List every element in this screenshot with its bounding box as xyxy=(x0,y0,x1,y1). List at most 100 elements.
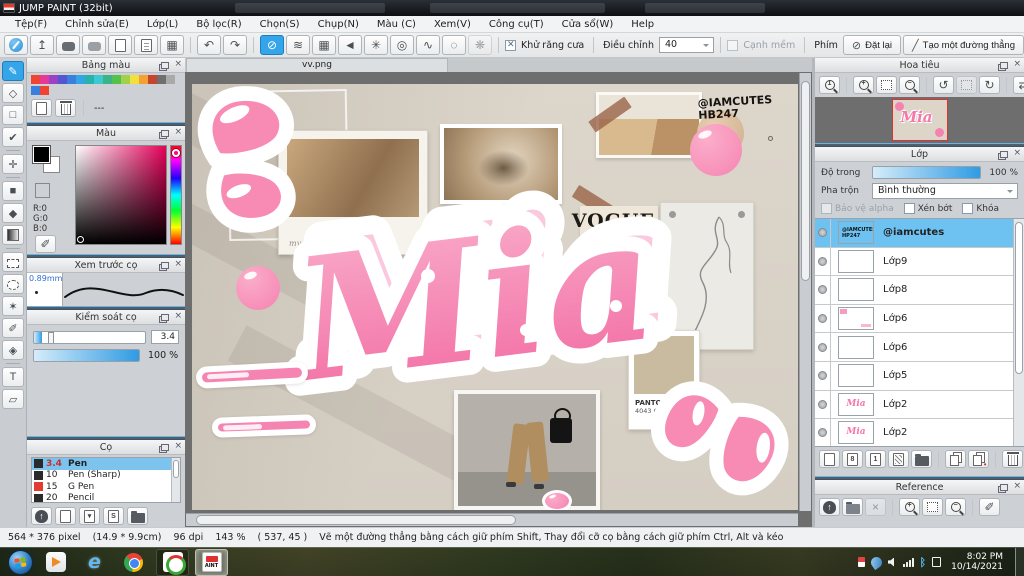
taskbar-chrome[interactable] xyxy=(117,549,150,576)
snap-off-button[interactable]: ⊘ xyxy=(260,35,284,55)
empty-swatch[interactable] xyxy=(67,86,76,95)
new-halftone-layer-button[interactable] xyxy=(888,450,909,468)
rotate-left-button[interactable]: ↺ xyxy=(933,76,954,94)
tool-select-lasso-button[interactable] xyxy=(2,274,24,294)
taskbar-clock[interactable]: 8:02 PM 10/14/2021 xyxy=(951,552,1003,573)
tool-select-pen-button[interactable]: ✐ xyxy=(2,318,24,338)
brush-row[interactable]: 15 G Pen xyxy=(32,481,180,493)
menu-item[interactable]: Bộ lọc(R) xyxy=(187,16,250,33)
brush-folder-button[interactable] xyxy=(127,507,148,525)
ref-zoom-fit-button[interactable] xyxy=(922,498,943,516)
close-icon[interactable]: × xyxy=(1013,149,1021,158)
duplicate-layer-button[interactable] xyxy=(945,450,966,468)
export-button[interactable]: ↥ xyxy=(30,35,54,55)
tool-fill-rect-button[interactable]: ■ xyxy=(2,181,24,201)
tool-bucket-button[interactable]: ◆ xyxy=(2,203,24,223)
document-list-button[interactable] xyxy=(134,35,158,55)
tool-select-rect-button[interactable] xyxy=(2,252,24,272)
document-button[interactable] xyxy=(108,35,132,55)
empty-swatch[interactable] xyxy=(139,86,148,95)
empty-swatch[interactable] xyxy=(148,86,157,95)
color-swatch[interactable] xyxy=(139,75,148,84)
brush-row[interactable]: 20 Pencil xyxy=(32,493,180,502)
layer-row[interactable]: Lớp6 xyxy=(815,333,1024,362)
layer-visibility-toggle[interactable] xyxy=(815,419,831,446)
popout-icon[interactable] xyxy=(161,261,170,269)
menu-item[interactable]: Xem(V) xyxy=(425,16,480,33)
color-swatch[interactable] xyxy=(67,75,76,84)
snap-ellipse-button[interactable]: ◌ xyxy=(442,35,466,55)
taskbar-jump-paint[interactable]: AINT xyxy=(195,548,228,576)
cloud-pen-button[interactable] xyxy=(4,35,28,55)
snap-parallel-button[interactable]: ≋ xyxy=(286,35,310,55)
saturation-value-picker[interactable] xyxy=(75,145,167,245)
close-icon[interactable]: × xyxy=(1013,482,1021,491)
add-color-button[interactable] xyxy=(31,99,52,117)
color-swatch[interactable] xyxy=(85,75,94,84)
empty-swatch[interactable] xyxy=(121,86,130,95)
document-tab[interactable]: vv.png xyxy=(186,58,448,72)
clipping-checkbox[interactable] xyxy=(903,203,915,214)
popout-icon[interactable] xyxy=(161,313,170,321)
menu-item[interactable]: Chọn(S) xyxy=(251,16,309,33)
color-swatch[interactable] xyxy=(58,75,67,84)
create-line-button[interactable]: ╱ Tạo một đường thẳng xyxy=(903,35,1024,55)
brush-list-scrollbar[interactable] xyxy=(171,458,180,502)
tool-frame-button[interactable]: □ xyxy=(2,105,24,125)
taskbar-green-app[interactable] xyxy=(156,548,189,576)
empty-swatch[interactable] xyxy=(76,86,85,95)
color-swatch[interactable] xyxy=(121,75,130,84)
layer-opacity-slider[interactable] xyxy=(872,166,981,179)
canvas-horizontal-scrollbar[interactable] xyxy=(186,513,798,526)
eyedropper-button[interactable]: ✐ xyxy=(35,235,56,253)
adjust-dropdown[interactable]: 40 xyxy=(658,37,715,53)
color-swatch[interactable] xyxy=(103,75,112,84)
brush-opacity-slider[interactable] xyxy=(33,349,140,362)
redo-button[interactable]: ↷ xyxy=(223,35,247,55)
start-button[interactable] xyxy=(8,549,33,575)
color-swatch[interactable] xyxy=(94,75,103,84)
grid-edit-button[interactable]: ▦ xyxy=(160,35,184,55)
color-swatch[interactable] xyxy=(157,75,166,84)
taskbar-media-player[interactable] xyxy=(39,549,72,576)
layer-row[interactable]: Lớp9 xyxy=(815,247,1024,277)
action-center-icon[interactable] xyxy=(932,557,942,567)
close-icon[interactable]: × xyxy=(174,60,182,69)
close-icon[interactable]: × xyxy=(1013,60,1021,69)
zoom-actual-button[interactable]: 1 xyxy=(819,76,840,94)
layer-row[interactable]: Mia Lớp2 xyxy=(815,419,1024,446)
layer-visibility-toggle[interactable] xyxy=(815,219,831,247)
popout-icon[interactable] xyxy=(161,61,170,69)
snap-concentric-button[interactable]: ◎ xyxy=(390,35,414,55)
brush-row[interactable]: 10 Pen (Sharp) xyxy=(32,470,180,482)
layer-visibility-toggle[interactable] xyxy=(815,390,831,419)
snap-vanishing-point-button[interactable]: ◄ xyxy=(338,35,362,55)
tool-eraser-button[interactable]: ◇ xyxy=(2,83,24,103)
delete-color-button[interactable] xyxy=(55,99,76,117)
color-swatch[interactable] xyxy=(40,86,49,95)
tool-polygon-select-button[interactable]: ▱ xyxy=(2,389,24,409)
ref-zoom-out-button[interactable]: − xyxy=(945,498,966,516)
new-folder-button[interactable] xyxy=(911,450,932,468)
volume-icon[interactable] xyxy=(887,557,894,567)
canvas-vertical-scrollbar[interactable] xyxy=(799,73,811,511)
hue-slider[interactable] xyxy=(170,145,182,245)
empty-swatch[interactable] xyxy=(85,86,94,95)
empty-swatch[interactable] xyxy=(94,86,103,95)
tool-polyline-button[interactable]: ✔ xyxy=(2,127,24,147)
antialias-checkbox[interactable] xyxy=(505,39,516,51)
brush-size-value[interactable]: 3.4 xyxy=(151,330,179,344)
network-icon[interactable] xyxy=(902,557,914,567)
foreground-background-swatches[interactable] xyxy=(32,145,63,176)
tool-select-eraser-button[interactable]: ◈ xyxy=(2,340,24,360)
tray-app-icon[interactable] xyxy=(857,557,865,567)
layer-visibility-toggle[interactable] xyxy=(815,361,831,390)
color-swatch[interactable] xyxy=(31,86,40,95)
flip-canvas-button[interactable]: ⇄ xyxy=(1013,76,1024,94)
canvas-artwork[interactable]: my little space @IAMCUTES HB247 VOGUE PA… xyxy=(192,84,798,510)
blend-mode-dropdown[interactable]: Bình thường xyxy=(872,183,1018,199)
popout-icon[interactable] xyxy=(161,129,170,137)
layer-row[interactable]: Mia Lớp2 xyxy=(815,390,1024,420)
zoom-in-button[interactable]: + xyxy=(853,76,874,94)
taskbar-internet-explorer[interactable]: e xyxy=(78,549,111,576)
